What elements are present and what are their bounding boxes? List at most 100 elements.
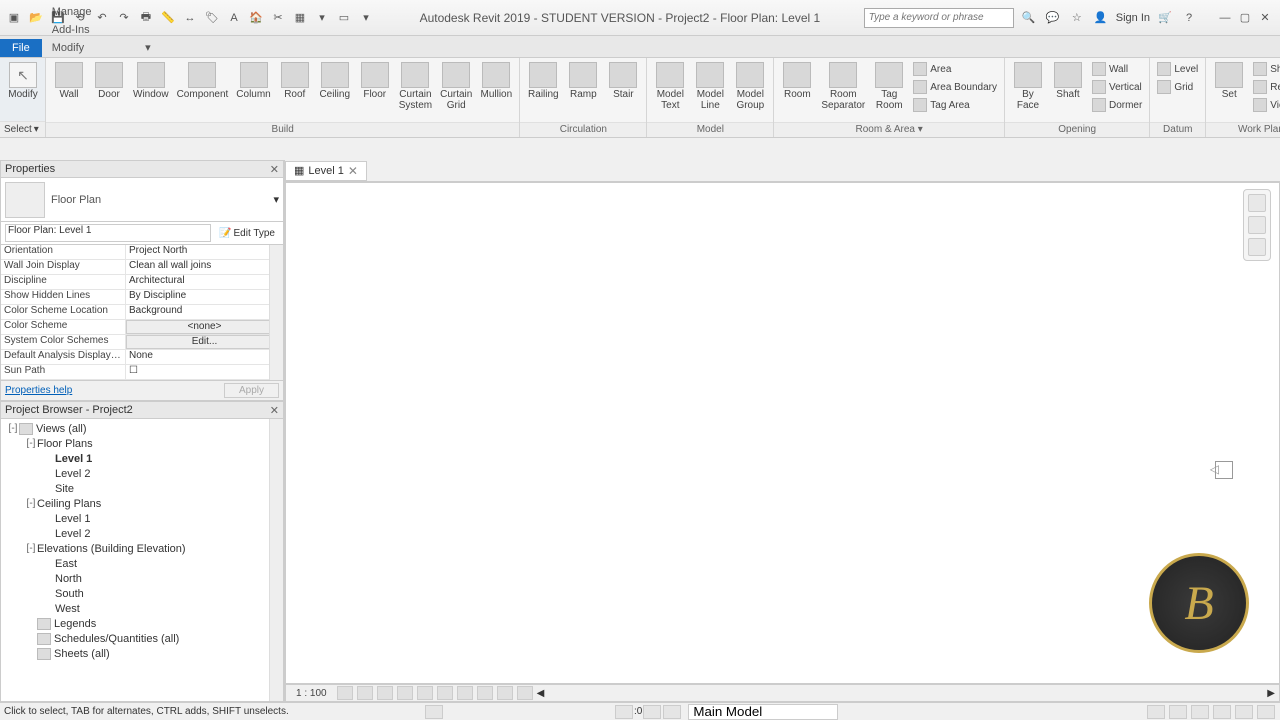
close-button[interactable]: ✕ <box>1256 10 1274 26</box>
reveal-hidden-icon[interactable] <box>497 686 513 700</box>
property-value[interactable]: By Discipline <box>126 290 283 304</box>
worksets-icon[interactable] <box>425 705 443 719</box>
search-icon[interactable]: 🔍 <box>1020 9 1038 27</box>
section-icon[interactable]: ✂ <box>268 8 288 28</box>
tree-node[interactable]: [-]Floor Plans <box>1 436 283 451</box>
tree-node[interactable]: Site <box>1 481 283 496</box>
select-underlay-icon[interactable] <box>1169 705 1187 719</box>
opening-wall-button[interactable]: Wall <box>1089 60 1145 78</box>
select-face-icon[interactable] <box>1213 705 1231 719</box>
tree-node[interactable]: East <box>1 556 283 571</box>
build-curtain-button[interactable]: CurtainGrid <box>437 60 475 113</box>
select-links-icon[interactable] <box>1147 705 1165 719</box>
maximize-button[interactable]: ▢ <box>1236 10 1254 26</box>
crop-icon[interactable] <box>437 686 453 700</box>
property-value[interactable] <box>126 365 283 379</box>
tag-icon[interactable]: 🏷 <box>202 8 222 28</box>
property-row[interactable]: System Color SchemesEdit... <box>1 335 283 350</box>
crop-region-icon[interactable] <box>457 686 473 700</box>
tree-node[interactable]: Legends <box>1 616 283 631</box>
minimize-button[interactable]: — <box>1216 10 1234 26</box>
properties-close-icon[interactable]: ✕ <box>270 163 279 176</box>
property-row[interactable]: Color Scheme<none> <box>1 320 283 335</box>
room-area-button[interactable]: Area <box>910 60 1000 78</box>
tab-manage[interactable]: Manage <box>42 3 135 21</box>
filter-icon[interactable] <box>663 705 681 719</box>
tree-node[interactable]: [-]Views (all) <box>1 421 283 436</box>
detail-level-icon[interactable] <box>337 686 353 700</box>
model-model-button[interactable]: ModelGroup <box>731 60 769 113</box>
background-filter-icon[interactable] <box>1257 705 1275 719</box>
property-row[interactable]: DisciplineArchitectural <box>1 275 283 290</box>
build-ceiling-button[interactable]: Ceiling <box>316 60 354 102</box>
print-icon[interactable]: 🖶 <box>136 8 156 28</box>
switch-windows-icon[interactable]: ▭ <box>334 8 354 28</box>
drag-elements-icon[interactable] <box>1235 705 1253 719</box>
expand-icon[interactable]: [-] <box>7 423 19 434</box>
visual-style-icon[interactable] <box>357 686 373 700</box>
tab-add-ins[interactable]: Add-Ins <box>42 21 135 39</box>
model-model-button[interactable]: ModelText <box>651 60 689 113</box>
worksharing-display-icon[interactable] <box>517 686 533 700</box>
shadows-icon[interactable] <box>397 686 413 700</box>
browser-close-icon[interactable]: ✕ <box>270 404 279 417</box>
signin-link[interactable]: Sign In <box>1116 12 1150 24</box>
build-roof-button[interactable]: Roof <box>276 60 314 102</box>
build-window-button[interactable]: Window <box>130 60 172 102</box>
help-icon[interactable]: ? <box>1180 9 1198 27</box>
datum-grid-button[interactable]: Grid <box>1154 78 1201 96</box>
instance-dropdown[interactable]: Floor Plan: Level 1 <box>5 224 211 242</box>
type-selector[interactable]: Floor Plan ▾ <box>0 178 284 222</box>
build-mullion-button[interactable]: Mullion <box>477 60 515 102</box>
pan-icon[interactable] <box>1248 216 1266 234</box>
expand-icon[interactable]: [-] <box>25 438 37 449</box>
workplane-set-button[interactable]: Set <box>1210 60 1248 102</box>
orientation-cube[interactable] <box>1209 453 1249 483</box>
expand-icon[interactable]: [-] <box>25 498 37 509</box>
default3d-icon[interactable]: 🏠 <box>246 8 266 28</box>
opening-by-button[interactable]: ByFace <box>1009 60 1047 113</box>
properties-help-link[interactable]: Properties help <box>5 385 72 396</box>
tree-node[interactable]: Level 2 <box>1 466 283 481</box>
browser-scrollbar[interactable] <box>269 419 283 701</box>
circulation-railing-button[interactable]: Railing <box>524 60 562 102</box>
opening-shaft-button[interactable]: Shaft <box>1049 60 1087 102</box>
property-value[interactable]: Background <box>126 305 283 319</box>
view-scale[interactable]: 1 : 100 <box>290 688 333 699</box>
workplane-show-button[interactable]: Show <box>1250 60 1280 78</box>
design-options-icon[interactable] <box>615 705 633 719</box>
tree-node[interactable]: Level 1 <box>1 451 283 466</box>
property-row[interactable]: Color Scheme LocationBackground <box>1 305 283 320</box>
build-door-button[interactable]: Door <box>90 60 128 102</box>
tree-node[interactable]: [-]Ceiling Plans <box>1 496 283 511</box>
navwheel-icon[interactable] <box>1248 194 1266 212</box>
property-row[interactable]: Show Hidden LinesBy Discipline <box>1 290 283 305</box>
build-component-button[interactable]: Component <box>174 60 232 102</box>
tree-node[interactable]: Level 1 <box>1 511 283 526</box>
favorites-icon[interactable]: ☆ <box>1068 9 1086 27</box>
room-room-button[interactable]: RoomSeparator <box>818 60 868 113</box>
model-model-button[interactable]: ModelLine <box>691 60 729 113</box>
properties-scrollbar[interactable] <box>269 245 283 380</box>
circulation-ramp-button[interactable]: Ramp <box>564 60 602 102</box>
datum-level-button[interactable]: Level <box>1154 60 1201 78</box>
select-pinned-icon[interactable] <box>1191 705 1209 719</box>
editable-only-icon[interactable] <box>643 705 661 719</box>
dimension-icon[interactable]: ↔ <box>180 8 200 28</box>
tree-node[interactable]: South <box>1 586 283 601</box>
exchange-icon[interactable]: 🛒 <box>1156 9 1174 27</box>
sunpath-icon[interactable] <box>377 686 393 700</box>
user-icon[interactable]: 👤 <box>1092 9 1110 27</box>
tree-node[interactable]: Sheets (all) <box>1 646 283 661</box>
panel-title-room-area[interactable]: Room & Area ▾ <box>774 122 1004 137</box>
hide-isolate-icon[interactable] <box>477 686 493 700</box>
workplane-ref-plane-button[interactable]: Ref Plane <box>1250 78 1280 96</box>
zoom-icon[interactable] <box>1248 238 1266 256</box>
qat-customize-icon[interactable]: ▾ <box>356 8 376 28</box>
communicate-icon[interactable]: 💬 <box>1044 9 1062 27</box>
tab-modify[interactable]: Modify <box>42 39 135 57</box>
text-icon[interactable]: A <box>224 8 244 28</box>
workplane-viewer-button[interactable]: Viewer <box>1250 96 1280 114</box>
tree-node[interactable]: Schedules/Quantities (all) <box>1 631 283 646</box>
opening-dormer-button[interactable]: Dormer <box>1089 96 1145 114</box>
